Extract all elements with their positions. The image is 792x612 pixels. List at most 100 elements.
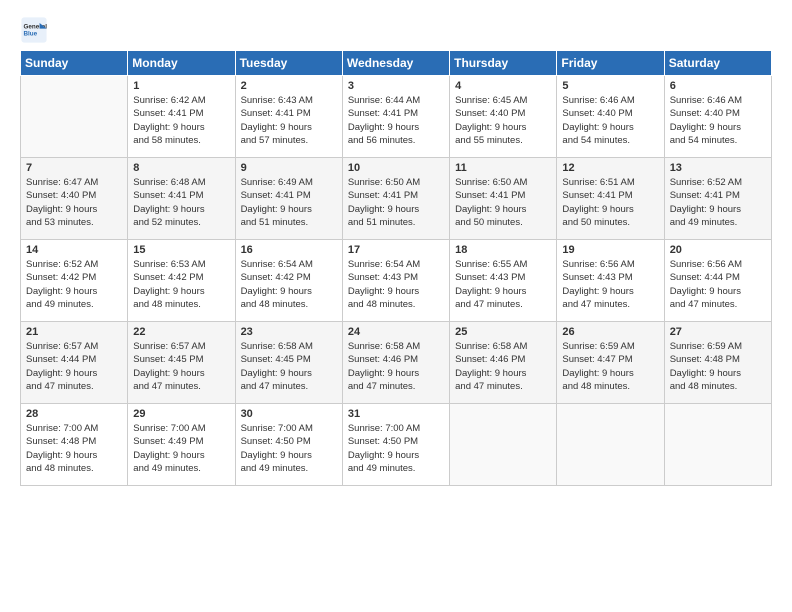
calendar-cell: 11 Sunrise: 6:50 AMSunset: 4:41 PMDayligh…: [450, 158, 557, 240]
days-header-row: SundayMondayTuesdayWednesdayThursdayFrid…: [21, 51, 772, 76]
day-info: Sunrise: 6:46 AMSunset: 4:40 PMDaylight:…: [670, 94, 766, 147]
calendar-cell: 5 Sunrise: 6:46 AMSunset: 4:40 PMDaylight…: [557, 76, 664, 158]
day-number: 20: [670, 244, 766, 256]
day-number: 1: [133, 80, 229, 92]
page-container: General Blue SundayMondayTuesdayWednesda…: [0, 0, 792, 496]
day-number: 24: [348, 326, 444, 338]
calendar-cell: 10 Sunrise: 6:50 AMSunset: 4:41 PMDayligh…: [342, 158, 449, 240]
svg-text:Blue: Blue: [24, 31, 38, 38]
day-info: Sunrise: 6:58 AMSunset: 4:46 PMDaylight:…: [348, 340, 444, 393]
day-number: 12: [562, 162, 658, 174]
calendar-cell: 15 Sunrise: 6:53 AMSunset: 4:42 PMDayligh…: [128, 240, 235, 322]
day-number: 9: [241, 162, 337, 174]
calendar-cell: 18 Sunrise: 6:55 AMSunset: 4:43 PMDayligh…: [450, 240, 557, 322]
day-number: 10: [348, 162, 444, 174]
calendar-cell: [450, 404, 557, 486]
day-info: Sunrise: 6:44 AMSunset: 4:41 PMDaylight:…: [348, 94, 444, 147]
day-number: 4: [455, 80, 551, 92]
calendar-cell: [664, 404, 771, 486]
day-info: Sunrise: 6:49 AMSunset: 4:41 PMDaylight:…: [241, 176, 337, 229]
day-info: Sunrise: 6:51 AMSunset: 4:41 PMDaylight:…: [562, 176, 658, 229]
week-row-4: 28Sunrise: 7:00 AMSunset: 4:48 PMDayligh…: [21, 404, 772, 486]
calendar-cell: 25Sunrise: 6:58 AMSunset: 4:46 PMDayligh…: [450, 322, 557, 404]
calendar-cell: 28Sunrise: 7:00 AMSunset: 4:48 PMDayligh…: [21, 404, 128, 486]
day-info: Sunrise: 6:57 AMSunset: 4:44 PMDaylight:…: [26, 340, 122, 393]
day-info: Sunrise: 6:54 AMSunset: 4:42 PMDaylight:…: [241, 258, 337, 311]
day-number: 6: [670, 80, 766, 92]
day-number: 11: [455, 162, 551, 174]
day-info: Sunrise: 6:59 AMSunset: 4:48 PMDaylight:…: [670, 340, 766, 393]
calendar-cell: 16Sunrise: 6:54 AMSunset: 4:42 PMDayligh…: [235, 240, 342, 322]
week-row-3: 21 Sunrise: 6:57 AMSunset: 4:44 PMDayligh…: [21, 322, 772, 404]
day-number: 30: [241, 408, 337, 420]
day-info: Sunrise: 6:45 AMSunset: 4:40 PMDaylight:…: [455, 94, 551, 147]
day-number: 15: [133, 244, 229, 256]
calendar-cell: 9 Sunrise: 6:49 AMSunset: 4:41 PMDaylight…: [235, 158, 342, 240]
day-number: 31: [348, 408, 444, 420]
day-number: 22: [133, 326, 229, 338]
calendar-cell: 20 Sunrise: 6:56 AMSunset: 4:44 PMDayligh…: [664, 240, 771, 322]
day-info: Sunrise: 6:56 AMSunset: 4:44 PMDaylight:…: [670, 258, 766, 311]
day-number: 26: [562, 326, 658, 338]
calendar-cell: 17Sunrise: 6:54 AMSunset: 4:43 PMDayligh…: [342, 240, 449, 322]
calendar-cell: 12 Sunrise: 6:51 AMSunset: 4:41 PMDayligh…: [557, 158, 664, 240]
day-number: 18: [455, 244, 551, 256]
logo-icon: General Blue: [20, 16, 48, 44]
day-header-tuesday: Tuesday: [235, 51, 342, 76]
day-info: Sunrise: 6:59 AMSunset: 4:47 PMDaylight:…: [562, 340, 658, 393]
calendar-cell: 1 Sunrise: 6:42 AMSunset: 4:41 PMDaylight…: [128, 76, 235, 158]
day-header-sunday: Sunday: [21, 51, 128, 76]
day-number: 21: [26, 326, 122, 338]
day-info: Sunrise: 6:57 AMSunset: 4:45 PMDaylight:…: [133, 340, 229, 393]
calendar-cell: 3 Sunrise: 6:44 AMSunset: 4:41 PMDaylight…: [342, 76, 449, 158]
day-number: 5: [562, 80, 658, 92]
day-header-friday: Friday: [557, 51, 664, 76]
day-number: 19: [562, 244, 658, 256]
day-info: Sunrise: 6:50 AMSunset: 4:41 PMDaylight:…: [348, 176, 444, 229]
logo: General Blue: [20, 16, 52, 44]
day-info: Sunrise: 7:00 AMSunset: 4:50 PMDaylight:…: [241, 422, 337, 475]
day-info: Sunrise: 6:46 AMSunset: 4:40 PMDaylight:…: [562, 94, 658, 147]
day-number: 7: [26, 162, 122, 174]
day-header-saturday: Saturday: [664, 51, 771, 76]
day-info: Sunrise: 6:50 AMSunset: 4:41 PMDaylight:…: [455, 176, 551, 229]
day-info: Sunrise: 6:58 AMSunset: 4:45 PMDaylight:…: [241, 340, 337, 393]
day-number: 28: [26, 408, 122, 420]
calendar-cell: 26 Sunrise: 6:59 AMSunset: 4:47 PMDayligh…: [557, 322, 664, 404]
day-info: Sunrise: 6:53 AMSunset: 4:42 PMDaylight:…: [133, 258, 229, 311]
day-number: 29: [133, 408, 229, 420]
day-info: Sunrise: 6:55 AMSunset: 4:43 PMDaylight:…: [455, 258, 551, 311]
day-info: Sunrise: 6:54 AMSunset: 4:43 PMDaylight:…: [348, 258, 444, 311]
day-number: 3: [348, 80, 444, 92]
calendar-cell: 2Sunrise: 6:43 AMSunset: 4:41 PMDaylight…: [235, 76, 342, 158]
calendar-cell: 14 Sunrise: 6:52 AMSunset: 4:42 PMDayligh…: [21, 240, 128, 322]
day-info: Sunrise: 6:48 AMSunset: 4:41 PMDaylight:…: [133, 176, 229, 229]
day-info: Sunrise: 6:56 AMSunset: 4:43 PMDaylight:…: [562, 258, 658, 311]
calendar-cell: 23 Sunrise: 6:58 AMSunset: 4:45 PMDayligh…: [235, 322, 342, 404]
day-number: 23: [241, 326, 337, 338]
day-header-wednesday: Wednesday: [342, 51, 449, 76]
calendar-cell: 4 Sunrise: 6:45 AMSunset: 4:40 PMDaylight…: [450, 76, 557, 158]
week-row-0: 1 Sunrise: 6:42 AMSunset: 4:41 PMDaylight…: [21, 76, 772, 158]
day-header-monday: Monday: [128, 51, 235, 76]
day-number: 27: [670, 326, 766, 338]
day-info: Sunrise: 7:00 AMSunset: 4:50 PMDaylight:…: [348, 422, 444, 475]
day-info: Sunrise: 6:52 AMSunset: 4:42 PMDaylight:…: [26, 258, 122, 311]
calendar-cell: 24 Sunrise: 6:58 AMSunset: 4:46 PMDayligh…: [342, 322, 449, 404]
day-info: Sunrise: 6:42 AMSunset: 4:41 PMDaylight:…: [133, 94, 229, 147]
day-info: Sunrise: 6:47 AMSunset: 4:40 PMDaylight:…: [26, 176, 122, 229]
calendar-cell: 22 Sunrise: 6:57 AMSunset: 4:45 PMDayligh…: [128, 322, 235, 404]
week-row-1: 7 Sunrise: 6:47 AMSunset: 4:40 PMDaylight…: [21, 158, 772, 240]
calendar-cell: 29Sunrise: 7:00 AMSunset: 4:49 PMDayligh…: [128, 404, 235, 486]
day-info: Sunrise: 6:43 AMSunset: 4:41 PMDaylight:…: [241, 94, 337, 147]
day-info: Sunrise: 6:52 AMSunset: 4:41 PMDaylight:…: [670, 176, 766, 229]
calendar-cell: 8 Sunrise: 6:48 AMSunset: 4:41 PMDaylight…: [128, 158, 235, 240]
day-number: 8: [133, 162, 229, 174]
calendar-cell: 6 Sunrise: 6:46 AMSunset: 4:40 PMDaylight…: [664, 76, 771, 158]
calendar-cell: [557, 404, 664, 486]
day-number: 14: [26, 244, 122, 256]
calendar-cell: 21 Sunrise: 6:57 AMSunset: 4:44 PMDayligh…: [21, 322, 128, 404]
calendar-cell: 31 Sunrise: 7:00 AMSunset: 4:50 PMDayligh…: [342, 404, 449, 486]
calendar-cell: 30 Sunrise: 7:00 AMSunset: 4:50 PMDayligh…: [235, 404, 342, 486]
day-number: 25: [455, 326, 551, 338]
